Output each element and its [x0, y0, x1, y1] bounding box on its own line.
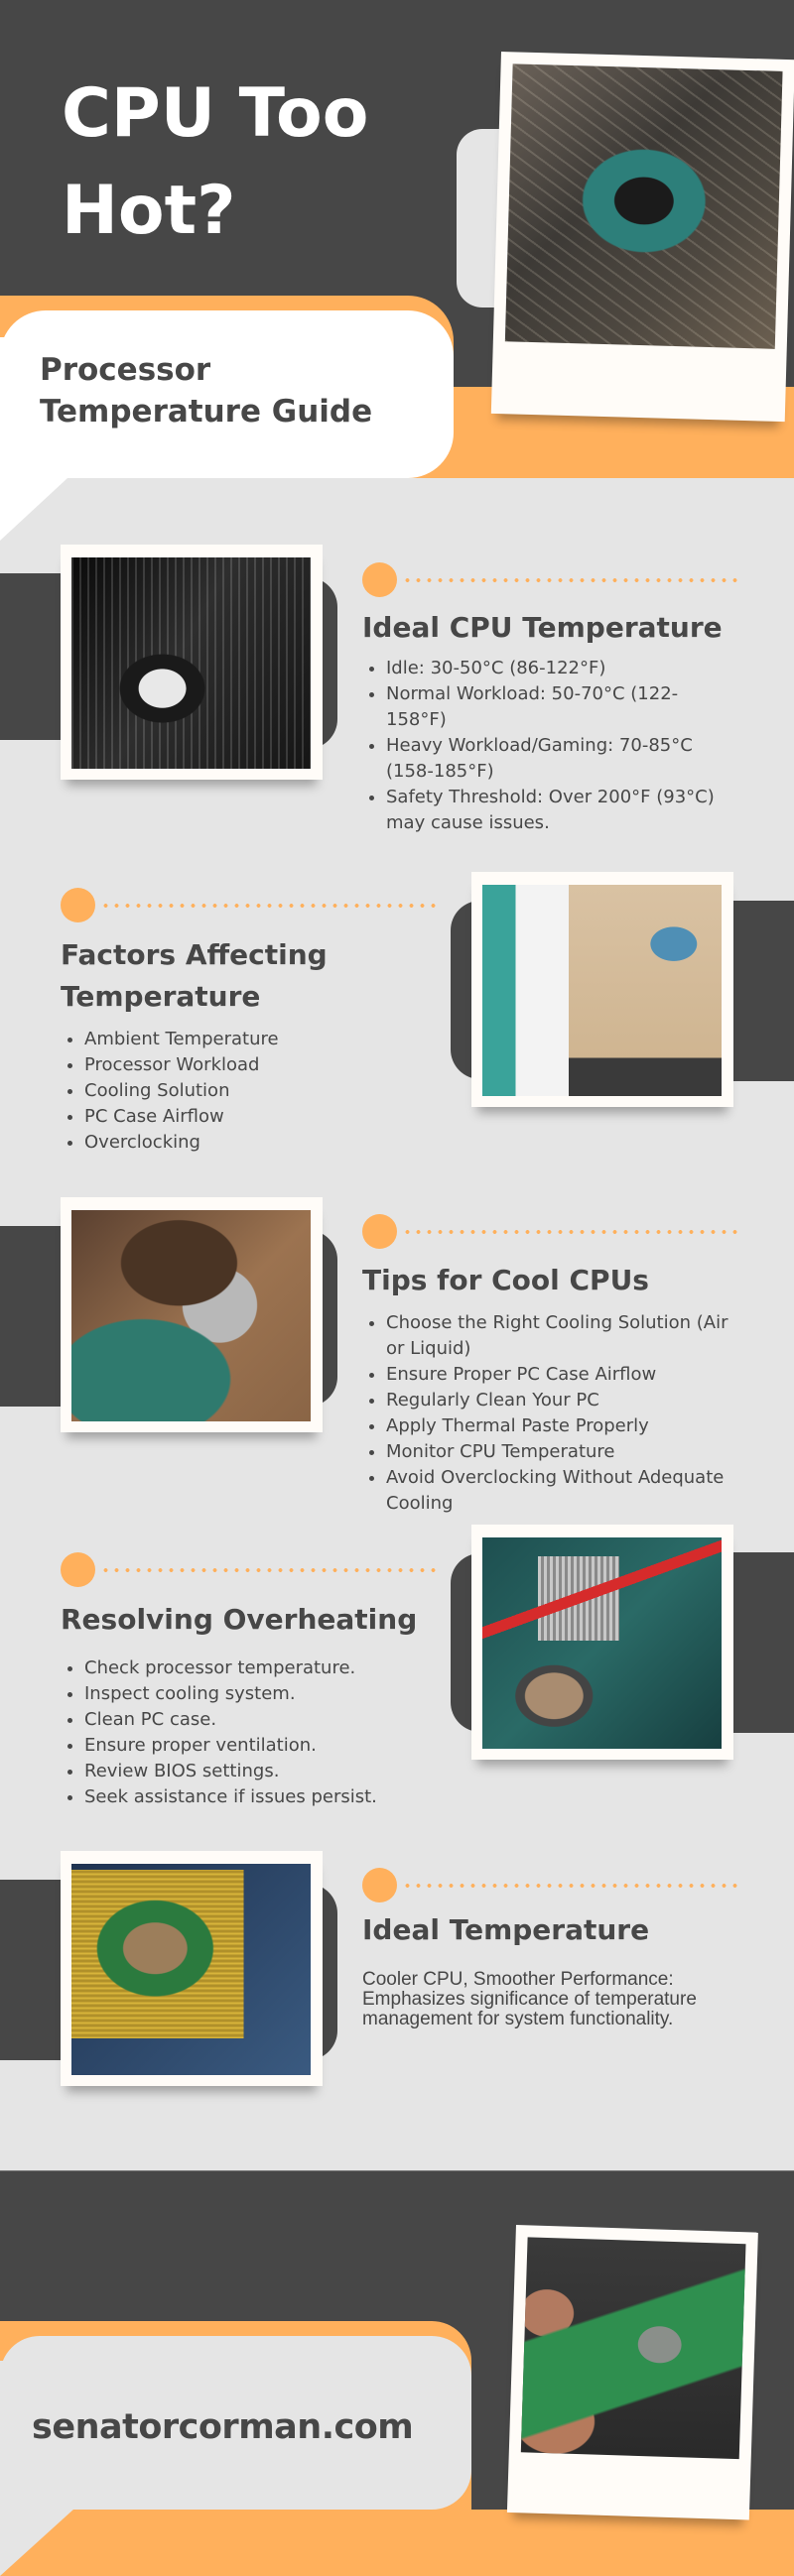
- timeline-dot: [362, 1214, 397, 1249]
- timeline-dotted-line: [402, 578, 739, 582]
- timeline-dotted-line: [402, 1230, 739, 1234]
- list-item: Inspect cooling system.: [61, 1681, 438, 1707]
- list-item: Apply Thermal Paste Properly: [362, 1413, 734, 1439]
- footer-polaroid: [506, 2225, 758, 2520]
- list-item: Cooling Solution: [61, 1078, 418, 1104]
- section-3-heading: Tips for Cool CPUs: [362, 1264, 649, 1296]
- list-item: Choose the Right Cooling Solution (Air o…: [362, 1310, 734, 1362]
- section-3-list: Choose the Right Cooling Solution (Air o…: [362, 1310, 734, 1517]
- timeline-dot: [61, 1552, 95, 1587]
- section-2-photo: [482, 885, 722, 1096]
- footer-accent-band: [0, 2510, 794, 2576]
- content-diagonal-edge: [0, 478, 794, 548]
- page-subtitle: Processor Temperature Guide: [40, 349, 437, 432]
- section-4-polaroid: [471, 1525, 733, 1760]
- section-5-heading: Ideal Temperature: [362, 1913, 650, 1946]
- subtitle-line-1: Processor: [40, 352, 211, 388]
- list-item: Ambient Temperature: [61, 1027, 418, 1052]
- timeline-dotted-line: [402, 1884, 739, 1888]
- section-1-list: Idle: 30-50°C (86-122°F) Normal Workload…: [362, 656, 729, 836]
- timeline-dot: [61, 888, 95, 922]
- section-4-photo: [482, 1537, 722, 1749]
- list-item: Processor Workload: [61, 1052, 418, 1078]
- list-item: Avoid Overclocking Without Adequate Cool…: [362, 1465, 734, 1517]
- decor-bar-right: [733, 1552, 794, 1733]
- list-item: Ensure Proper PC Case Airflow: [362, 1362, 734, 1388]
- section-3-polaroid: [61, 1197, 323, 1432]
- decor-bar-left: [0, 1226, 61, 1407]
- section-2-polaroid: [471, 872, 733, 1107]
- list-item: Safety Threshold: Over 200°F (93°C) may …: [362, 785, 729, 836]
- section-3-photo: [71, 1210, 311, 1421]
- list-item: Seek assistance if issues persist.: [61, 1784, 438, 1810]
- list-item: Idle: 30-50°C (86-122°F): [362, 656, 729, 681]
- list-item: Review BIOS settings.: [61, 1759, 438, 1784]
- list-item: PC Case Airflow: [61, 1104, 418, 1130]
- cpu-on-circuit-board-photo: [504, 63, 783, 349]
- subtitle-line-2: Temperature Guide: [40, 394, 373, 429]
- list-item: Heavy Workload/Gaming: 70-85°C (158-185°…: [362, 733, 729, 785]
- section-2-heading: Factors Affecting Temperature: [61, 938, 328, 1013]
- section-5-paragraph: Cooler CPU, Smoother Performance: Emphas…: [362, 1969, 697, 2029]
- decor-bar-right: [733, 901, 794, 1081]
- section-5-photo: [71, 1864, 311, 2075]
- section-1-polaroid: [61, 545, 323, 780]
- section-4-list: Check processor temperature. Inspect coo…: [61, 1656, 438, 1810]
- title-line-1: CPU Too: [62, 74, 369, 153]
- list-item: Check processor temperature.: [61, 1656, 438, 1681]
- list-item: Overclocking: [61, 1130, 418, 1156]
- list-item: Normal Workload: 50-70°C (122-158°F): [362, 681, 729, 733]
- section-1-heading: Ideal CPU Temperature: [362, 611, 723, 644]
- section-2-list: Ambient Temperature Processor Workload C…: [61, 1027, 418, 1156]
- hand-holding-circuit-board-photo: [520, 2237, 746, 2460]
- list-item: Ensure proper ventilation.: [61, 1733, 438, 1759]
- page-title: CPU Too Hot?: [62, 65, 478, 260]
- site-link[interactable]: senatorcorman.com: [32, 2404, 414, 2450]
- timeline-dotted-line: [100, 1568, 438, 1572]
- decor-bar-left: [0, 1880, 61, 2060]
- timeline-dotted-line: [100, 904, 438, 908]
- timeline-dot: [362, 1868, 397, 1902]
- decor-bar-left: [0, 573, 61, 740]
- list-item: Clean PC case.: [61, 1707, 438, 1733]
- title-line-2: Hot?: [62, 172, 236, 250]
- list-item: Monitor CPU Temperature: [362, 1439, 734, 1465]
- timeline-dot: [362, 562, 397, 597]
- section-1-photo: [71, 557, 311, 769]
- list-item: Regularly Clean Your PC: [362, 1388, 734, 1413]
- header-polaroid: [490, 52, 794, 423]
- section-5-polaroid: [61, 1851, 323, 2086]
- section-4-heading: Resolving Overheating: [61, 1603, 418, 1636]
